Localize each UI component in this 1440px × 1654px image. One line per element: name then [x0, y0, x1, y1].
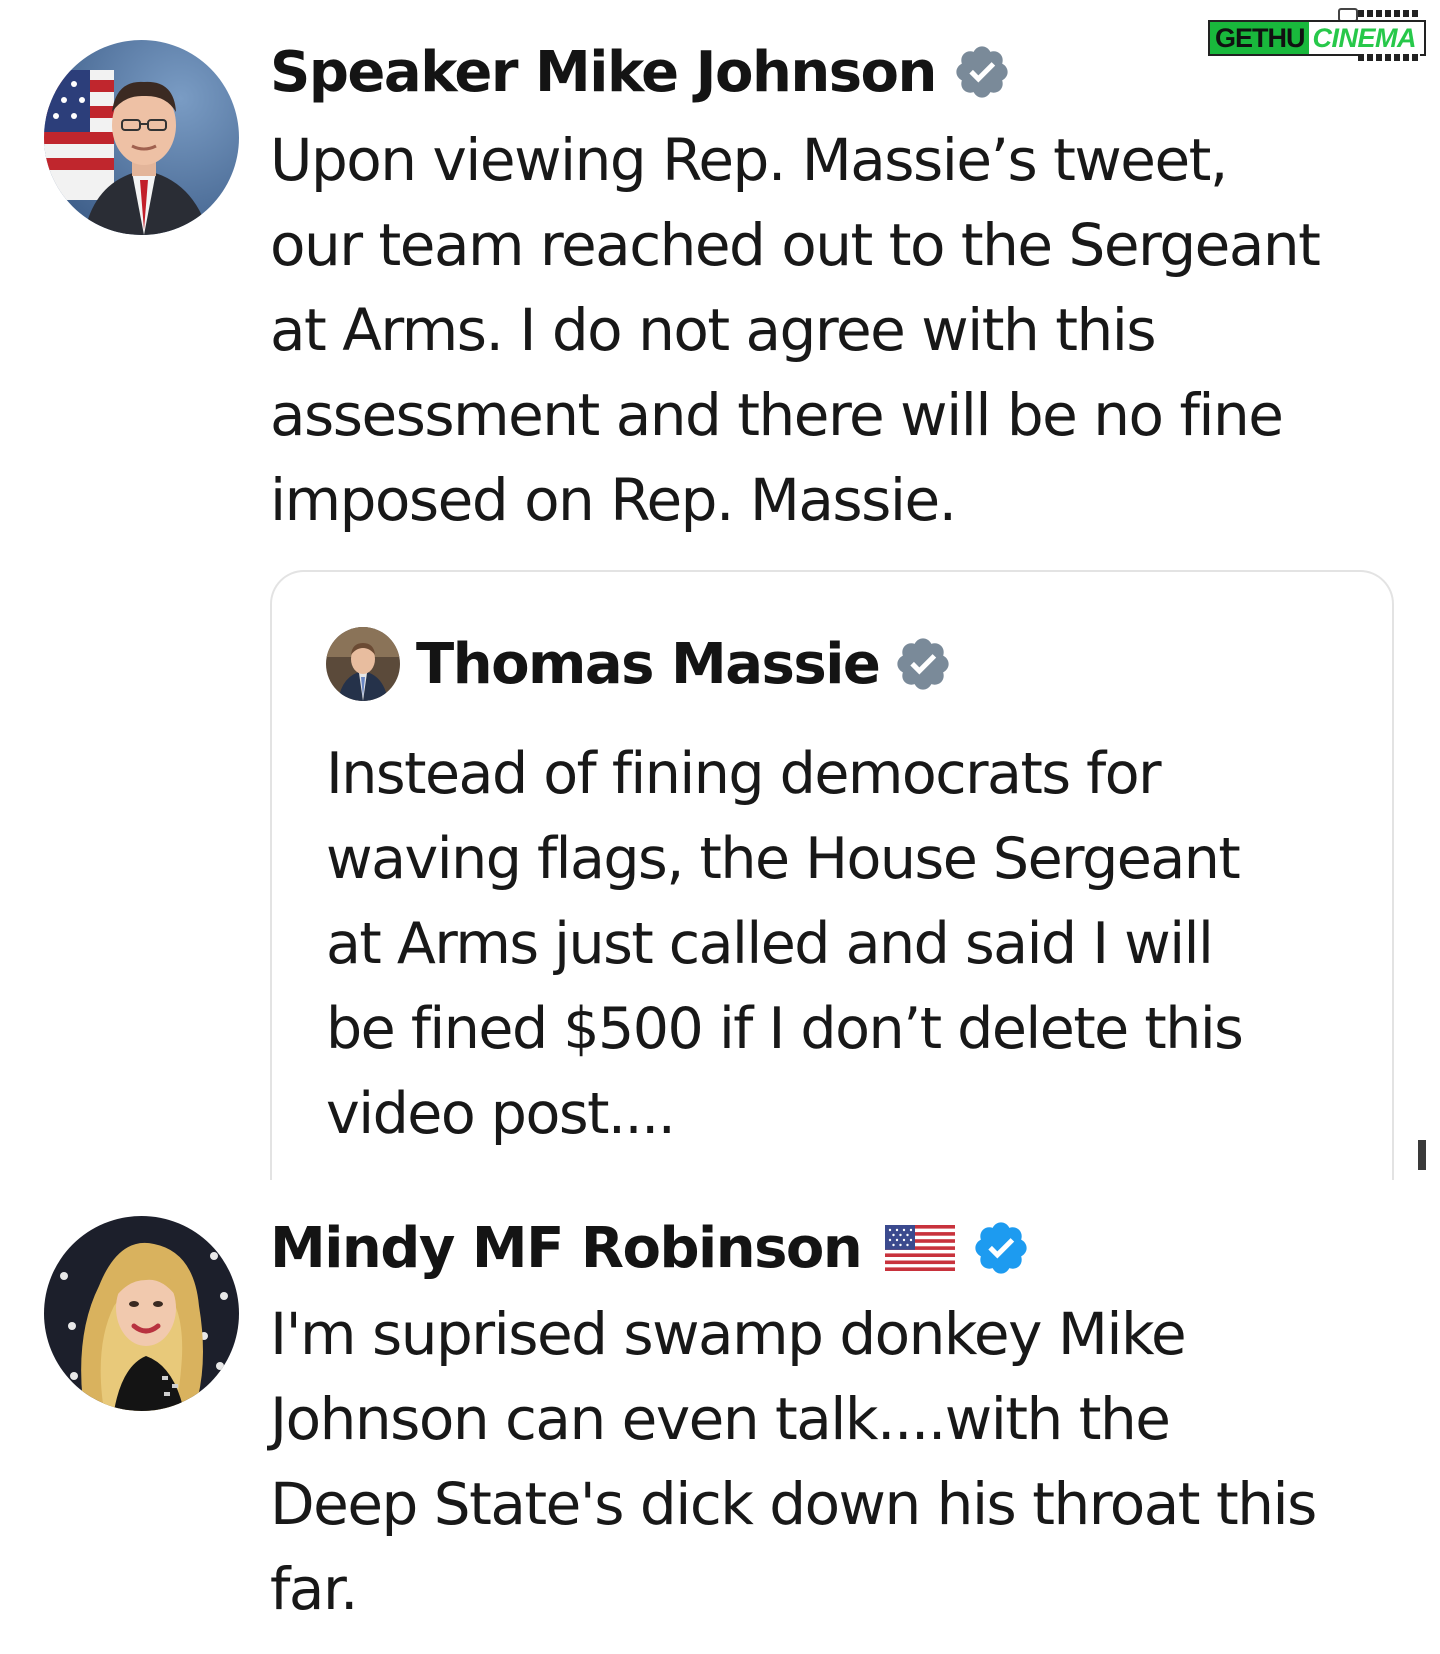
avatar[interactable]	[44, 1216, 239, 1411]
verified-badge-icon	[897, 638, 949, 690]
quoted-author-row: Thomas Massie	[326, 624, 953, 704]
author-name[interactable]: Speaker Mike Johnson	[270, 40, 937, 105]
avatar[interactable]	[44, 40, 239, 235]
quoted-tweet-body: Instead of fining democrats for waving f…	[326, 732, 1362, 1157]
author-row: Speaker Mike Johnson	[270, 34, 1400, 110]
film-strip-icon	[1358, 10, 1420, 17]
author-row: Mindy MF Robinson	[270, 1210, 1400, 1286]
avatar-photo	[326, 627, 400, 701]
quoted-avatar[interactable]	[326, 627, 400, 701]
scrollbar-thumb[interactable]	[1418, 1140, 1426, 1170]
quoted-tweet-card[interactable]: Thomas Massie Instead of fining democrat…	[270, 570, 1394, 1180]
avatar-photo	[44, 1216, 239, 1411]
author-name[interactable]: Mindy MF Robinson	[270, 1216, 863, 1281]
quoted-tweet-text: Instead of fining democrats for waving f…	[326, 741, 1244, 1147]
post-body: Mindy MF Robinson I'm suprised swamp don…	[270, 1210, 1400, 1632]
tweet-text: I'm suprised swamp donkey Mike Johnson c…	[270, 1300, 1317, 1623]
avatar-photo	[44, 40, 239, 235]
post-body: Speaker Mike Johnson Upon viewing Rep. M…	[270, 34, 1400, 543]
tweet-post: Mindy MF Robinson I'm suprised swamp don…	[0, 1210, 1440, 1650]
verified-badge-icon	[975, 1222, 1027, 1274]
us-flag-icon	[885, 1225, 956, 1271]
tweet-text: Upon viewing Rep. Massie’s tweet, our te…	[270, 126, 1321, 534]
quoted-author-name[interactable]: Thomas Massie	[416, 632, 881, 697]
tweet-post: Speaker Mike Johnson Upon viewing Rep. M…	[0, 34, 1440, 544]
verified-badge-icon	[956, 46, 1008, 98]
